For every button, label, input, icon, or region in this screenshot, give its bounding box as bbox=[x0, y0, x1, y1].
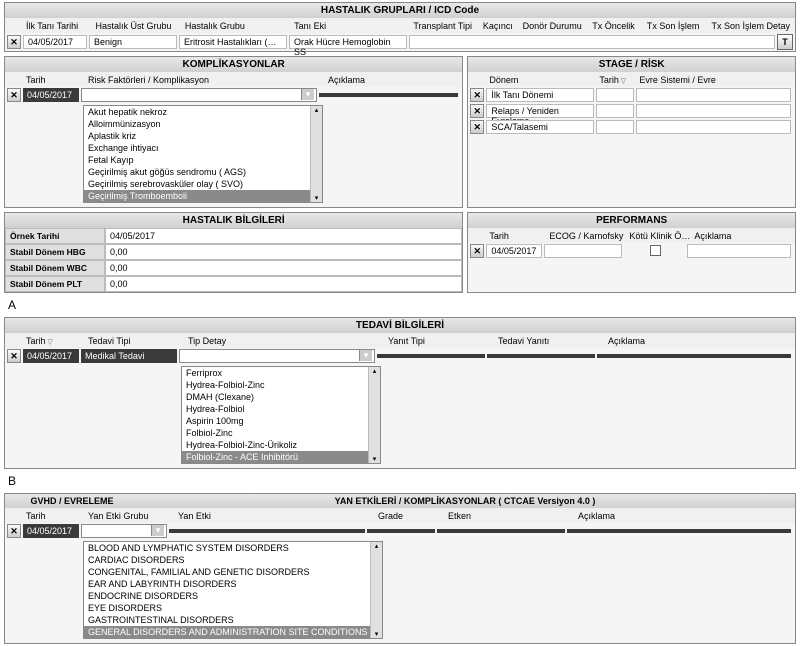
tedavi-list[interactable]: FerriproxHydrea-Folbiol-ZincDMAH (Clexan… bbox=[181, 366, 381, 464]
field-value: 0,00 bbox=[105, 276, 462, 292]
field-label: Stabil Dönem WBC bbox=[5, 260, 105, 276]
checkbox[interactable] bbox=[650, 245, 661, 256]
list-item[interactable]: Alloimmünizasyon bbox=[84, 118, 322, 130]
delete-icon[interactable]: ✕ bbox=[7, 349, 21, 363]
list-item[interactable]: EAR AND LABYRINTH DISORDERS bbox=[84, 578, 382, 590]
list-item[interactable]: Folbiol-Zinc - ACE Inhibitörü bbox=[182, 451, 380, 463]
list-item[interactable]: Aspirin 100mg bbox=[182, 415, 380, 427]
list-item[interactable]: Geçirilmiş Tromboemboli bbox=[84, 190, 322, 202]
list-item[interactable]: Folbiol-Zinc bbox=[182, 427, 380, 439]
icd-row[interactable]: ✕ 04/05/2017 Benign Eritrosit Hastalıkla… bbox=[5, 33, 795, 51]
komp-combo[interactable] bbox=[81, 88, 317, 102]
t-button[interactable]: T bbox=[777, 34, 793, 50]
field-value: 0,00 bbox=[105, 244, 462, 260]
list-item[interactable]: BLOOD AND LYMPHATIC SYSTEM DISORDERS bbox=[84, 542, 382, 554]
list-item[interactable]: Aplastik kriz bbox=[84, 130, 322, 142]
delete-icon[interactable]: ✕ bbox=[470, 244, 484, 258]
gvhd-list[interactable]: BLOOD AND LYMPHATIC SYSTEM DISORDERSCARD… bbox=[83, 541, 383, 639]
section-letter-b: B bbox=[0, 471, 800, 491]
stage-title: STAGE / RİSK bbox=[468, 57, 795, 72]
komp-panel: KOMPLİKASYONLAR Tarih Risk Faktörleri / … bbox=[4, 56, 463, 208]
tedavi-combo[interactable] bbox=[179, 349, 375, 363]
list-item[interactable]: Ferriprox bbox=[182, 367, 380, 379]
icd-panel: HASTALIK GRUPLARI / ICD Code İlk Tanı Ta… bbox=[4, 2, 796, 52]
field-label: Örnek Tarihi bbox=[5, 228, 105, 244]
komp-title: KOMPLİKASYONLAR bbox=[5, 57, 462, 72]
gvhd-group-combo[interactable] bbox=[81, 524, 167, 538]
scrollbar[interactable] bbox=[368, 367, 380, 463]
perf-row[interactable]: ✕ 04/05/2017 bbox=[468, 243, 795, 259]
field-value: 04/05/2017 bbox=[105, 228, 462, 244]
perf-title: PERFORMANS bbox=[468, 213, 795, 228]
tedavi-row[interactable]: ✕ 04/05/2017 Medikal Tedavi bbox=[5, 348, 795, 364]
perf-panel: PERFORMANS Tarih ECOG / Karnofsky Kötü K… bbox=[467, 212, 796, 293]
scrollbar[interactable] bbox=[310, 106, 322, 202]
gvhd-row[interactable]: ✕ 04/05/2017 bbox=[5, 523, 795, 539]
list-item[interactable]: Akut hepatik nekroz bbox=[84, 106, 322, 118]
gvhd-panel: GVHD / EVRELEME YAN ETKİLERİ / KOMPLİKAS… bbox=[4, 493, 796, 644]
scrollbar[interactable] bbox=[370, 542, 382, 638]
komp-list[interactable]: Akut hepatik nekrozAlloimmünizasyonAplas… bbox=[83, 105, 323, 203]
list-item[interactable]: ENDOCRINE DISORDERS bbox=[84, 590, 382, 602]
delete-icon[interactable]: ✕ bbox=[470, 104, 484, 118]
stage-row[interactable]: ✕İlk Tanı Dönemi bbox=[468, 87, 795, 103]
list-item[interactable]: EYE DISORDERS bbox=[84, 602, 382, 614]
section-letter-a: A bbox=[0, 295, 800, 315]
hasta-panel: HASTALIK BİLGİLERİ Örnek Tarihi04/05/201… bbox=[4, 212, 463, 293]
delete-icon[interactable]: ✕ bbox=[7, 88, 21, 102]
list-item[interactable]: Hydrea-Folbiol-Zinc bbox=[182, 379, 380, 391]
list-item[interactable]: Fetal Kayıp bbox=[84, 154, 322, 166]
list-item[interactable]: DMAH (Clexane) bbox=[182, 391, 380, 403]
delete-icon[interactable]: ✕ bbox=[470, 120, 484, 134]
tedavi-title: TEDAVİ BİLGİLERİ bbox=[5, 318, 795, 333]
list-item[interactable]: Exchange ihtiyacı bbox=[84, 142, 322, 154]
komp-row[interactable]: ✕ 04/05/2017 bbox=[5, 87, 462, 103]
list-item[interactable]: Geçirilmiş serebrovasküler olay ( SVO) bbox=[84, 178, 322, 190]
field-value: 0,00 bbox=[105, 260, 462, 276]
stage-row[interactable]: ✕Relaps / Yeniden Evreleme bbox=[468, 103, 795, 119]
list-item[interactable]: Hydrea-Folbiol bbox=[182, 403, 380, 415]
list-item[interactable]: GASTROINTESTINAL DISORDERS bbox=[84, 614, 382, 626]
tedavi-panel: TEDAVİ BİLGİLERİ Tarih Tedavi Tipi Tip D… bbox=[4, 317, 796, 469]
hasta-title: HASTALIK BİLGİLERİ bbox=[5, 213, 462, 228]
list-item[interactable]: Hydrea-Folbiol-Zinc-Ürikoliz bbox=[182, 439, 380, 451]
list-item[interactable]: CARDIAC DISORDERS bbox=[84, 554, 382, 566]
icd-headers: İlk Tanı Tarihi Hastalık Üst Grubu Hasta… bbox=[5, 18, 795, 33]
list-item[interactable]: CONGENITAL, FAMILIAL AND GENETIC DISORDE… bbox=[84, 566, 382, 578]
stage-row[interactable]: ✕SCA/Talasemi bbox=[468, 119, 795, 135]
icd-title: HASTALIK GRUPLARI / ICD Code bbox=[5, 3, 795, 18]
list-item[interactable]: Geçirilmiş akut göğüs sendromu ( AGS) bbox=[84, 166, 322, 178]
delete-icon[interactable]: ✕ bbox=[7, 524, 21, 538]
stage-panel: STAGE / RİSK Dönem Tarih Evre Sistemi / … bbox=[467, 56, 796, 208]
field-label: Stabil Dönem HBG bbox=[5, 244, 105, 260]
gvhd-title: GVHD / EVRELEME YAN ETKİLERİ / KOMPLİKAS… bbox=[5, 494, 795, 508]
delete-icon[interactable]: ✕ bbox=[7, 35, 21, 49]
field-label: Stabil Dönem PLT bbox=[5, 276, 105, 292]
delete-icon[interactable]: ✕ bbox=[470, 88, 484, 102]
